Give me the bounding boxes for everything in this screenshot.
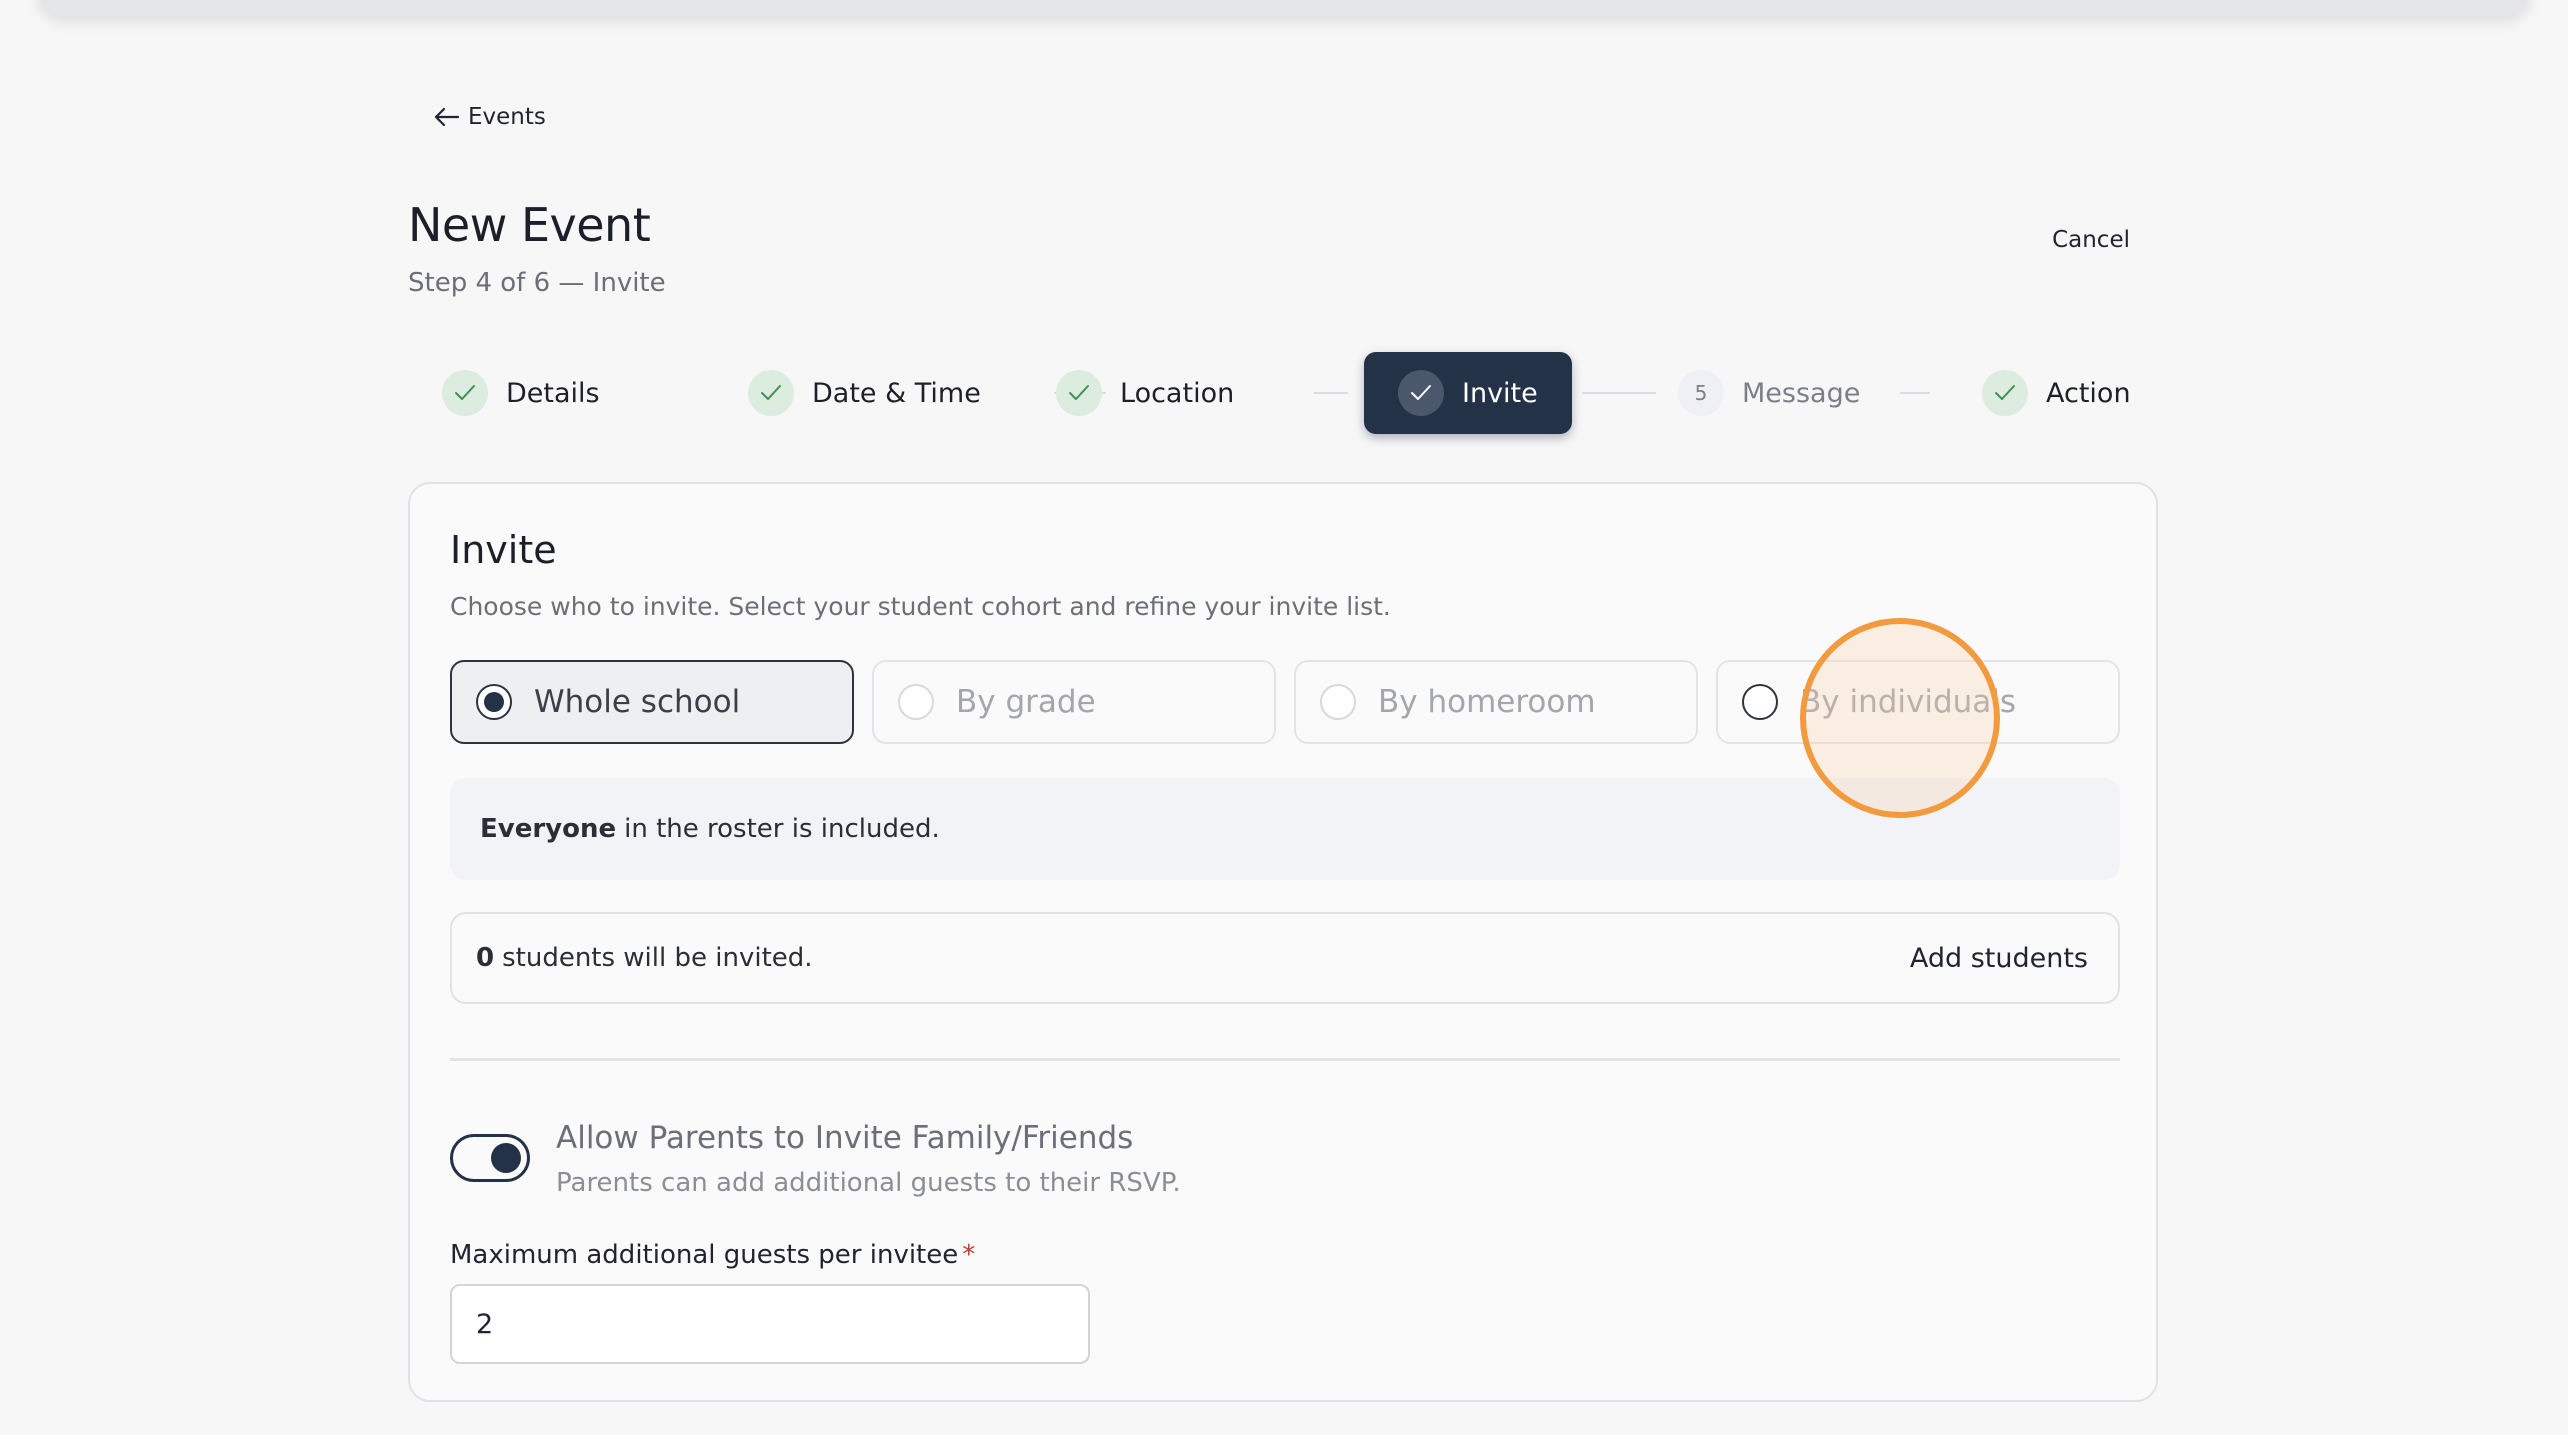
invite-section-title: Invite [450,528,557,572]
radio-button[interactable] [1320,684,1356,720]
page-title: New Event [408,198,651,252]
invite-count-value: 0 [476,943,495,973]
allow-guests-description: Parents can add additional guests to the… [556,1168,1181,1198]
invite-card: Invite Choose who to invite. Select your… [408,482,2158,1402]
step-connector [1314,392,1348,394]
invite-count-text: students will be invited. [502,943,813,973]
max-guests-label-text: Maximum additional guests per invitee [450,1240,959,1270]
page-subtitle: Step 4 of 6 — Invite [408,268,666,298]
invite-section-description: Choose who to invite. Select your studen… [450,592,1391,621]
add-students-button[interactable]: Add students [1904,942,2094,975]
step-label: Action [2046,377,2131,409]
step-message[interactable]: 5 Message [1678,352,1860,434]
step-label: Details [506,377,600,409]
step-connector [1582,392,1656,394]
arrow-left-icon [434,107,460,127]
cancel-button[interactable]: Cancel [2046,226,2136,254]
step-label: Date & Time [812,377,981,409]
roster-info-box: Everyone in the roster is included. [450,778,2120,880]
step-date-time[interactable]: Date & Time [748,352,981,434]
step-location[interactable]: Location [1056,352,1234,434]
check-icon [1398,370,1444,416]
option-label: By homeroom [1378,684,1596,720]
option-by-homeroom[interactable]: By homeroom [1294,660,1698,744]
option-label: Whole school [534,684,741,720]
option-label: By individuals [1800,684,2017,720]
option-label: By grade [956,684,1096,720]
step-number-badge: 5 [1678,370,1724,416]
section-divider [450,1058,2120,1061]
step-invite[interactable]: Invite [1364,352,1572,434]
invite-count-box: 0 students will be invited. Add students [450,912,2120,1004]
allow-guests-title: Allow Parents to Invite Family/Friends [556,1120,1134,1156]
step-action[interactable]: Action [1982,352,2131,434]
option-whole-school[interactable]: Whole school [450,660,854,744]
invite-count-summary: 0 students will be invited. [476,943,813,973]
check-icon [442,370,488,416]
allow-guests-toggle[interactable] [450,1134,530,1182]
max-guests-label: Maximum additional guests per invitee * [450,1240,975,1270]
step-label: Location [1120,377,1235,409]
option-by-individuals[interactable]: By individuals [1716,660,2120,744]
step-connector [1900,392,1930,394]
required-asterisk: * [962,1240,976,1270]
step-label: Message [1742,377,1861,409]
back-link-label: Events [468,104,546,130]
radio-button[interactable] [1742,684,1778,720]
radio-button[interactable] [476,684,512,720]
step-details[interactable]: Details [442,352,600,434]
top-bar [38,0,2530,16]
invite-scope-options: Whole school By grade By homeroom By ind… [450,660,2120,744]
option-by-grade[interactable]: By grade [872,660,1276,744]
info-text: in the roster is included. [624,814,940,844]
step-label: Invite [1462,377,1538,409]
toggle-knob [491,1143,521,1173]
back-to-events-link[interactable]: Events [434,104,546,130]
radio-button[interactable] [898,684,934,720]
check-icon [1056,370,1102,416]
step-indicator: Details Date & Time Location Invite 5 Me… [442,352,2162,434]
check-icon [1982,370,2028,416]
check-icon [748,370,794,416]
max-guests-input[interactable] [450,1284,1090,1364]
info-emphasis: Everyone [480,814,617,844]
